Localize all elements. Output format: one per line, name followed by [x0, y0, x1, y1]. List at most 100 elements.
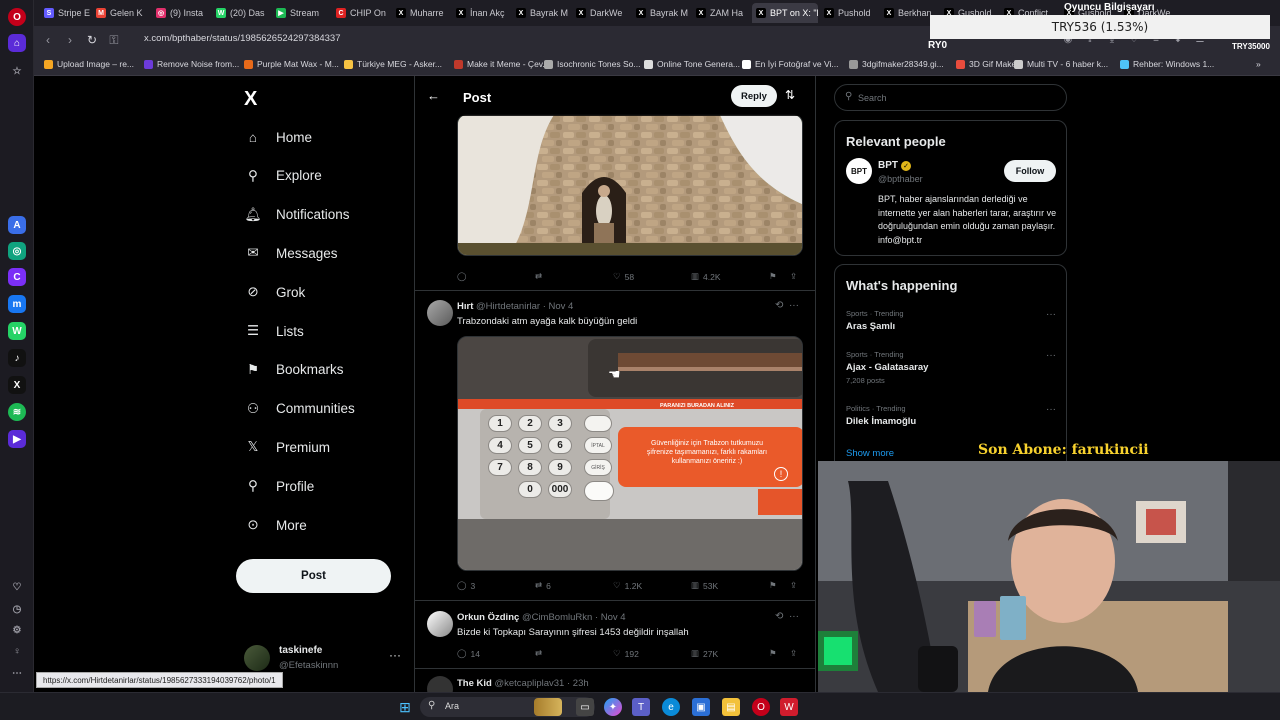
- more-icon[interactable]: ···: [1046, 350, 1056, 361]
- aria-icon[interactable]: A: [8, 216, 26, 234]
- edge-icon[interactable]: e: [662, 698, 680, 716]
- bookmark-item[interactable]: Türkiye MEG - Asker...: [344, 59, 442, 69]
- sidebar-item-home[interactable]: ⌂ Home: [244, 128, 312, 146]
- like-button[interactable]: ♡ 1.2K: [613, 580, 642, 591]
- reply-button[interactable]: ◯: [457, 271, 471, 282]
- author-handle[interactable]: @CimBomluRkn: [522, 612, 592, 623]
- avatar[interactable]: [427, 300, 453, 326]
- repost-button[interactable]: ⇄: [535, 648, 546, 659]
- avatar[interactable]: [427, 611, 453, 637]
- copilot-icon[interactable]: ✦: [604, 698, 622, 716]
- like-button[interactable]: ♡ 58: [613, 271, 634, 282]
- sidebar-item-profile[interactable]: ⚲ Profile: [244, 477, 314, 495]
- bulb-icon[interactable]: ♀: [8, 642, 26, 660]
- back-arrow-icon[interactable]: ←: [427, 88, 440, 103]
- reload-icon[interactable]: ↻: [84, 32, 100, 48]
- browser-tab[interactable]: X Bayrak M: [632, 3, 690, 23]
- windows-start-icon[interactable]: ⊞: [396, 698, 414, 716]
- views-button[interactable]: ▥ 27K: [691, 648, 718, 659]
- back-icon[interactable]: ‹: [40, 32, 56, 48]
- trend-item[interactable]: Politics · Trending Dilek İmamoğlu ···: [846, 404, 1056, 427]
- bookmark-item[interactable]: Purple Mat Wax - M...: [244, 59, 339, 69]
- reply-button[interactable]: ◯ 14: [457, 648, 480, 659]
- teams-icon[interactable]: T: [632, 698, 650, 716]
- more-icon[interactable]: ···: [789, 300, 799, 311]
- chatgpt-icon[interactable]: ◎: [8, 242, 26, 260]
- show-more-link[interactable]: Show more: [846, 448, 894, 459]
- bookmark-item[interactable]: 3D Gif Maker: [956, 59, 1019, 69]
- sidebar-item-premium[interactable]: 𝕏 Premium: [244, 438, 330, 456]
- follow-button[interactable]: Follow: [1004, 160, 1056, 182]
- site-info-icon[interactable]: ⚿: [106, 32, 122, 48]
- whatsapp-icon[interactable]: W: [8, 322, 26, 340]
- author-name[interactable]: The Kid: [457, 678, 492, 689]
- like-button[interactable]: ♡ 192: [613, 648, 639, 659]
- author-handle[interactable]: @Hirtdetanirlar: [476, 301, 540, 312]
- more-icon[interactable]: ···: [789, 611, 799, 622]
- sidebar-item-explore[interactable]: ⚲ Explore: [244, 167, 322, 185]
- heart-icon[interactable]: ♡: [8, 578, 26, 596]
- bookmark-button[interactable]: ⚑: [769, 648, 777, 659]
- browser-tab[interactable]: ◎ (9) Insta: [152, 3, 210, 23]
- views-button[interactable]: ▥ 4.2K: [691, 271, 721, 282]
- spotify-icon[interactable]: ≋: [8, 403, 26, 421]
- forward-icon[interactable]: ›: [62, 32, 78, 48]
- more-icon[interactable]: ⋯: [8, 664, 26, 682]
- browser-tab[interactable]: X DarkWe: [572, 3, 630, 23]
- sidebar-item-messages[interactable]: ✉ Messages: [244, 244, 337, 262]
- author-handle[interactable]: @ketcapliplav31: [494, 678, 564, 689]
- reply-button[interactable]: ◯ 3: [457, 580, 475, 591]
- sidebar-item-grok[interactable]: ⊘ Grok: [244, 283, 305, 301]
- author-name[interactable]: Orkun Özdinç: [457, 612, 519, 623]
- post-button[interactable]: Post: [236, 559, 391, 593]
- grok-icon[interactable]: ⟲: [775, 611, 783, 622]
- sidebar-item-lists[interactable]: ☰ Lists: [244, 322, 304, 340]
- bookmark-item[interactable]: Make it Meme - Çev...: [454, 59, 550, 69]
- filter-icon[interactable]: ⇅: [785, 88, 795, 102]
- browser-tab[interactable]: S Stripe E: [40, 3, 90, 23]
- post-media[interactable]: [457, 114, 803, 256]
- bookmark-item[interactable]: Online Tone Genera...: [644, 59, 740, 69]
- star-icon[interactable]: ☆: [8, 62, 26, 80]
- author-name[interactable]: Hırt: [457, 301, 473, 312]
- bookmark-item[interactable]: 3dgifmaker28349.gi...: [849, 59, 944, 69]
- taskbar-search[interactable]: ⚲ Ara: [420, 697, 595, 717]
- search-input[interactable]: ⚲ Search: [834, 84, 1067, 111]
- history-icon[interactable]: ◷: [8, 600, 26, 618]
- x-logo-icon[interactable]: X: [244, 88, 257, 111]
- sidebar-item-bookmarks[interactable]: ⚑ Bookmarks: [244, 361, 344, 379]
- account-switcher[interactable]: taskinefe @Efetaskinnn ···: [244, 643, 404, 673]
- share-button[interactable]: ⇪: [790, 271, 797, 282]
- repost-button[interactable]: ⇄: [535, 271, 546, 282]
- tiktok-icon[interactable]: ♪: [8, 349, 26, 367]
- store-icon[interactable]: ▣: [692, 698, 710, 716]
- bookmark-item[interactable]: Multi TV - 6 haber k...: [1014, 59, 1108, 69]
- bookmark-item[interactable]: En İyi Fotoğraf ve Vi...: [742, 59, 838, 69]
- reply-button[interactable]: Reply: [731, 85, 777, 107]
- app-taskbar-icon[interactable]: W: [780, 698, 798, 716]
- more-icon[interactable]: ···: [1046, 404, 1056, 415]
- more-icon[interactable]: ···: [389, 648, 401, 662]
- more-icon[interactable]: ···: [1046, 309, 1056, 320]
- sidebar-item-notifications[interactable]: 🔔︎ Notifications: [244, 206, 349, 224]
- browser-tab[interactable]: X Muharre: [392, 3, 450, 23]
- bookmark-item[interactable]: Remove Noise from...: [144, 59, 239, 69]
- file-explorer-icon[interactable]: ▤: [722, 698, 740, 716]
- share-button[interactable]: ⇪: [790, 580, 797, 591]
- player-icon[interactable]: ▶: [8, 430, 26, 448]
- messenger-icon[interactable]: m: [8, 295, 26, 313]
- trend-item[interactable]: Sports · Trending Ajax - Galatasaray 7,208…: [846, 350, 1056, 385]
- bookmark-item[interactable]: Upload Image – re...: [44, 59, 134, 69]
- browser-tab[interactable]: C CHIP On: [332, 3, 390, 23]
- bookmark-item[interactable]: Rehber: Windows 1...: [1120, 59, 1214, 69]
- avatar[interactable]: [427, 676, 453, 692]
- avatar[interactable]: BPT: [846, 158, 872, 184]
- share-button[interactable]: ⇪: [790, 648, 797, 659]
- bookmark-button[interactable]: ⚑: [769, 580, 777, 591]
- tweet-date[interactable]: Nov 4: [549, 301, 574, 312]
- home-icon[interactable]: ⌂: [8, 34, 26, 52]
- url-field[interactable]: x.com/bpthaber/status/198562652429738433…: [144, 33, 341, 44]
- browser-tab[interactable]: X İnan Akç: [452, 3, 510, 23]
- browser-tab[interactable]: ▶ Stream: [272, 3, 330, 23]
- cs-app-icon[interactable]: C: [8, 268, 26, 286]
